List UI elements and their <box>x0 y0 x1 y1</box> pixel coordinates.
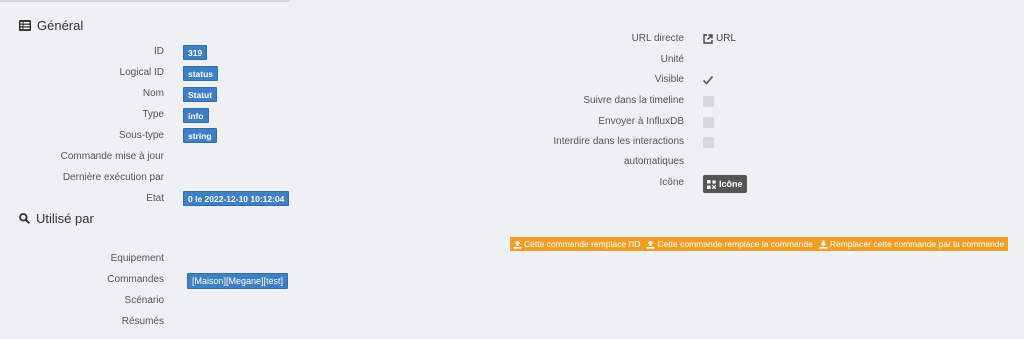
replace-by-text: Remplacer cette commande par la commande <box>829 239 1005 249</box>
derniere-execution-label: Dernière exécution par <box>62 172 164 183</box>
url-directe-label: URL directe <box>631 33 684 44</box>
timeline-label: Suivre dans la timeline <box>583 95 684 106</box>
nom-value: Statut <box>183 87 218 102</box>
logical-id-value: status <box>183 66 219 81</box>
influxdb-label: Envoyer à InfluxDB <box>598 116 684 127</box>
url-link-text: URL <box>716 33 737 44</box>
etat-label: Etat <box>146 193 164 204</box>
upload-icon <box>646 240 655 249</box>
scenario-label: Scénario <box>124 295 164 306</box>
replace-actions-bar: Cette commande remplace l'ID Cette comma… <box>510 237 1008 251</box>
used-by-section-title: Utilisé par <box>19 211 94 226</box>
commandes-label: Commandes <box>107 274 164 285</box>
general-title-text: Général <box>37 18 84 33</box>
url-link[interactable]: URL <box>703 33 736 44</box>
upload-icon <box>513 240 522 249</box>
sous-type-value: string <box>183 128 217 143</box>
nom-label: Nom <box>142 88 164 99</box>
replace-id-button[interactable]: Cette commande remplace l'ID <box>513 239 640 249</box>
type-value: info <box>183 108 209 123</box>
replace-cmd-text: Cette commande remplace la commande <box>657 239 813 249</box>
equipement-label: Equipement <box>110 253 164 264</box>
replace-by-button[interactable]: Remplacer cette commande par la commande <box>819 239 1004 249</box>
influxdb-checkbox[interactable] <box>703 117 714 128</box>
commande-link[interactable]: [Maison][Megane][test] <box>187 273 289 289</box>
search-icon <box>19 213 30 224</box>
sous-type-label: Sous-type <box>118 130 164 141</box>
replace-id-text: Cette commande remplace l'ID <box>524 239 641 249</box>
visible-checkbox[interactable] <box>702 74 714 86</box>
top-divider <box>0 0 290 2</box>
download-icon <box>819 240 828 249</box>
interdire-label-line1: Interdire dans les interactions <box>553 136 684 147</box>
interdire-label-line2: automatiques <box>623 156 684 167</box>
icone-button[interactable]: Icône <box>703 175 747 193</box>
icone-label: Icône <box>659 177 684 188</box>
id-value: 319 <box>183 45 208 60</box>
logical-id-label: Logical ID <box>119 67 164 78</box>
icone-button-text: Icône <box>719 179 743 189</box>
interdire-checkbox[interactable] <box>703 137 714 148</box>
commande-mise-a-jour-label: Commande mise à jour <box>60 151 164 162</box>
timeline-checkbox[interactable] <box>703 96 714 107</box>
general-section-title: Général <box>19 18 83 33</box>
visible-label: Visible <box>654 74 684 85</box>
list-icon <box>19 20 31 31</box>
unite-label: Unité <box>660 54 684 65</box>
type-label: Type <box>142 109 164 120</box>
external-link-icon <box>703 33 713 44</box>
used-by-title-text: Utilisé par <box>36 211 94 226</box>
replace-cmd-button[interactable]: Cette commande remplace la commande <box>646 239 813 249</box>
icons-grid-icon <box>707 179 716 189</box>
id-label: ID <box>154 46 164 57</box>
resumes-label: Résumés <box>121 316 164 327</box>
etat-value: 0 le 2022-12-10 10:12:04 <box>183 191 290 206</box>
